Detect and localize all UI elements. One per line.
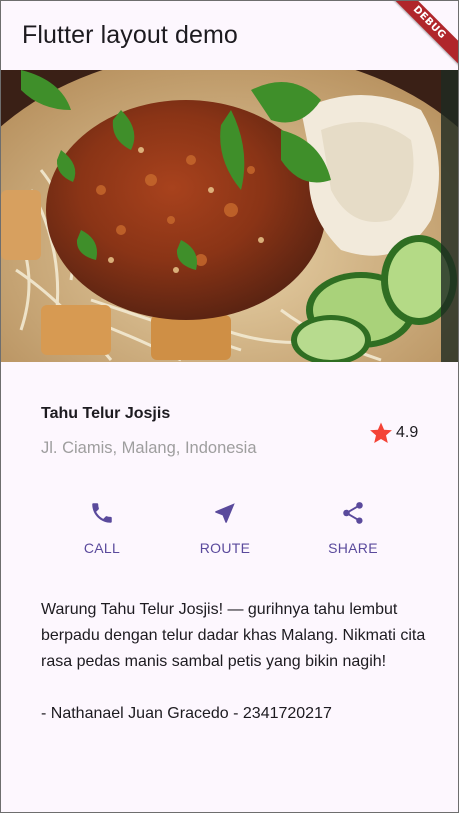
star-icon	[370, 422, 392, 443]
route-label: ROUTE	[199, 540, 251, 556]
rating: 4.9	[369, 421, 418, 445]
rating-value: 4.9	[396, 424, 419, 441]
share-label: SHARE	[328, 540, 378, 556]
share-button[interactable]: SHARE	[313, 496, 393, 560]
share-icon	[343, 502, 363, 524]
app-bar: Flutter layout demo	[1, 1, 458, 70]
phone-icon	[92, 503, 112, 523]
place-name: Tahu Telur Josjis	[41, 405, 171, 422]
button-section: CALL ROUTE SHARE	[1, 496, 458, 566]
near-me-icon	[215, 503, 235, 523]
call-button[interactable]: CALL	[62, 496, 142, 560]
place-location: Jl. Ciamis, Malang, Indonesia	[41, 439, 257, 457]
title-section: Tahu Telur Josjis Jl. Ciamis, Malang, In…	[41, 405, 421, 465]
dish-illustration	[1, 70, 458, 362]
description-text: Warung Tahu Telur Josjis! — gurihnya tah…	[41, 601, 426, 722]
dish-image	[1, 70, 458, 362]
call-label: CALL	[83, 540, 121, 556]
route-button[interactable]: ROUTE	[185, 496, 265, 560]
app-bar-title: Flutter layout demo	[22, 21, 238, 49]
